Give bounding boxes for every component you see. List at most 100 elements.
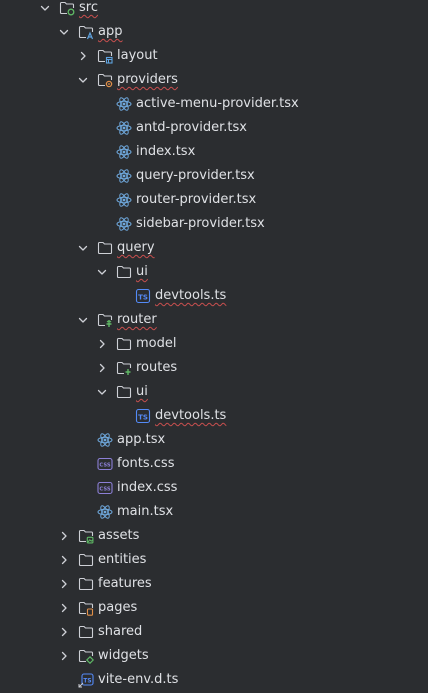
css-icon: CSS (97, 456, 113, 472)
tree-folder-query[interactable]: query (0, 236, 428, 260)
typescript-definition-icon: TS (78, 672, 94, 688)
tree-item-label: shared (98, 624, 143, 639)
typescript-icon: TS (135, 288, 151, 304)
chevron-down-icon[interactable] (38, 1, 52, 15)
tree-file-antd-provider-tsx[interactable]: antd-provider.tsx (0, 116, 428, 140)
chevron-right-icon[interactable] (57, 553, 71, 567)
tree-file-devtools-ts[interactable]: TS devtools.ts (0, 284, 428, 308)
chevron-down-icon[interactable] (57, 25, 71, 39)
tree-item-label: src (79, 0, 98, 15)
tree-item-label: devtools.ts (155, 408, 227, 423)
tree-file-index-tsx[interactable]: index.tsx (0, 140, 428, 164)
chevron-right-icon[interactable] (57, 625, 71, 639)
tree-item-label: fonts.css (117, 456, 175, 471)
react-icon (116, 144, 132, 160)
tree-file-router-provider-tsx[interactable]: router-provider.tsx (0, 188, 428, 212)
tree-item-label: index.tsx (136, 144, 196, 159)
react-icon (116, 216, 132, 232)
react-icon (97, 432, 113, 448)
chevron-right-icon[interactable] (57, 649, 71, 663)
react-icon (116, 168, 132, 184)
tree-file-fonts-css[interactable]: CSS fonts.css (0, 452, 428, 476)
tree-item-label: main.tsx (117, 504, 174, 519)
tree-folder-src[interactable]: src (0, 0, 428, 20)
chevron-right-icon[interactable] (76, 49, 90, 63)
folder-icon (78, 624, 94, 640)
react-icon (116, 120, 132, 136)
folder-icon (78, 576, 94, 592)
tree-item-label: assets (98, 528, 140, 543)
tree-file-main-tsx[interactable]: main.tsx (0, 500, 428, 524)
chevron-down-icon[interactable] (76, 73, 90, 87)
folder-icon (78, 552, 94, 568)
folder-icon (59, 0, 75, 16)
tree-file-index-css[interactable]: CSS index.css (0, 476, 428, 500)
tree-item-label: app.tsx (117, 432, 166, 447)
react-icon (116, 192, 132, 208)
css-icon: CSS (97, 480, 113, 496)
tree-item-label: app (98, 24, 123, 39)
svg-text:CSS: CSS (99, 463, 110, 469)
tree-folder-ui[interactable]: ui (0, 260, 428, 284)
tree-file-sidebar-provider-tsx[interactable]: sidebar-provider.tsx (0, 212, 428, 236)
folder-icon (116, 336, 132, 352)
folder-icon (78, 24, 94, 40)
tree-folder-widgets[interactable]: widgets (0, 644, 428, 668)
typescript-icon: TS (135, 408, 151, 424)
tree-item-label: active-menu-provider.tsx (136, 96, 299, 111)
tree-folder-router[interactable]: router (0, 308, 428, 332)
chevron-right-icon[interactable] (57, 601, 71, 615)
tree-item-label: providers (117, 72, 178, 87)
tree-item-label: sidebar-provider.tsx (136, 216, 265, 231)
svg-text:TS: TS (138, 294, 148, 302)
tree-item-label: vite-env.d.ts (98, 672, 179, 687)
folder-icon (116, 264, 132, 280)
tree-file-devtools-ts[interactable]: TS devtools.ts (0, 404, 428, 428)
tree-item-label: layout (117, 48, 158, 63)
tree-folder-assets[interactable]: assets (0, 524, 428, 548)
react-icon (97, 504, 113, 520)
tree-folder-entities[interactable]: entities (0, 548, 428, 572)
project-tree: src app layout providers active-menu-provid… (0, 0, 428, 693)
tree-item-label: antd-provider.tsx (136, 120, 247, 135)
tree-folder-pages[interactable]: pages (0, 596, 428, 620)
tree-item-label: query (117, 240, 155, 255)
folder-icon (97, 48, 113, 64)
tree-file-query-provider-tsx[interactable]: query-provider.tsx (0, 164, 428, 188)
folder-icon (97, 312, 113, 328)
svg-text:TS: TS (83, 679, 91, 685)
tree-folder-features[interactable]: features (0, 572, 428, 596)
svg-text:CSS: CSS (99, 487, 110, 493)
tree-folder-providers[interactable]: providers (0, 68, 428, 92)
tree-folder-shared[interactable]: shared (0, 620, 428, 644)
tree-item-label: model (136, 336, 177, 351)
tree-file-active-menu-provider-tsx[interactable]: active-menu-provider.tsx (0, 92, 428, 116)
chevron-right-icon[interactable] (95, 337, 109, 351)
chevron-down-icon[interactable] (95, 385, 109, 399)
tree-file-app-tsx[interactable]: app.tsx (0, 428, 428, 452)
tree-item-label: index.css (117, 480, 178, 495)
tree-folder-app[interactable]: app (0, 20, 428, 44)
tree-item-label: router-provider.tsx (136, 192, 257, 207)
chevron-down-icon[interactable] (76, 241, 90, 255)
chevron-down-icon[interactable] (95, 265, 109, 279)
react-icon (116, 96, 132, 112)
tree-item-label: devtools.ts (155, 288, 227, 303)
folder-icon (97, 72, 113, 88)
tree-item-label: query-provider.tsx (136, 168, 255, 183)
folder-icon (116, 384, 132, 400)
tree-folder-layout[interactable]: layout (0, 44, 428, 68)
tree-folder-routes[interactable]: routes (0, 356, 428, 380)
tree-folder-ui[interactable]: ui (0, 380, 428, 404)
tree-item-label: routes (136, 360, 178, 375)
tree-item-label: widgets (98, 648, 149, 663)
folder-icon (78, 600, 94, 616)
chevron-down-icon[interactable] (76, 313, 90, 327)
tree-folder-model[interactable]: model (0, 332, 428, 356)
tree-item-label: ui (136, 384, 148, 399)
tree-item-label: features (98, 576, 152, 591)
tree-file-vite-env-d-ts[interactable]: TS vite-env.d.ts (0, 668, 428, 692)
chevron-right-icon[interactable] (95, 361, 109, 375)
chevron-right-icon[interactable] (57, 577, 71, 591)
chevron-right-icon[interactable] (57, 529, 71, 543)
